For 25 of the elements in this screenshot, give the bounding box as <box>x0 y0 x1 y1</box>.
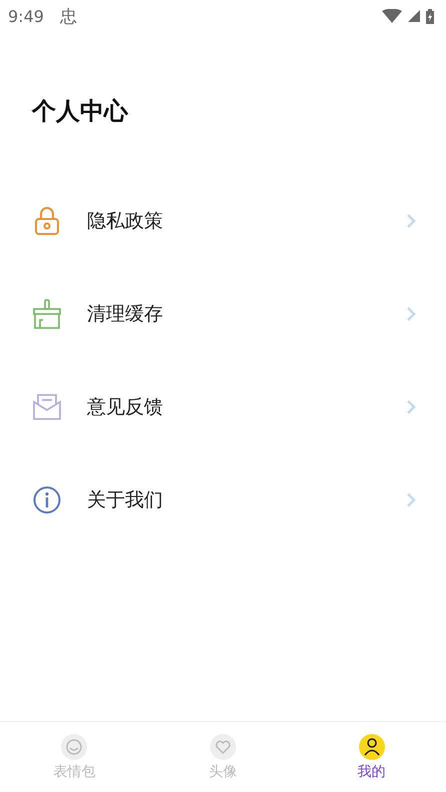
page-title: 个人中心 <box>32 96 130 127</box>
menu-item[interactable]: 意见反馈 <box>0 360 446 453</box>
signal-icon <box>408 10 420 22</box>
battery-icon <box>426 8 434 24</box>
nav-tab[interactable]: 我的 <box>297 722 446 792</box>
person-icon <box>358 733 386 761</box>
info-icon <box>33 486 61 514</box>
mail-icon <box>33 394 61 420</box>
menu-label: 清理缓存 <box>87 302 164 326</box>
smiley-icon <box>60 733 88 761</box>
lock-icon <box>33 206 61 234</box>
notification-text: 忠 <box>60 6 77 28</box>
wifi-icon <box>382 9 402 23</box>
status-time: 9:49 <box>8 6 44 26</box>
broom-icon <box>33 298 61 328</box>
chevron-right-icon <box>406 212 416 228</box>
menu-item[interactable]: 隐私政策 <box>0 174 446 267</box>
chevron-right-icon <box>406 492 416 508</box>
menu-label: 关于我们 <box>87 488 164 512</box>
menu-label: 隐私政策 <box>87 208 164 234</box>
menu-label: 意见反馈 <box>87 394 164 420</box>
menu-item[interactable]: 清理缓存 <box>0 267 446 360</box>
chevron-right-icon <box>406 398 416 414</box>
chevron-right-icon <box>406 306 416 322</box>
menu-item[interactable]: 关于我们 <box>0 453 446 546</box>
